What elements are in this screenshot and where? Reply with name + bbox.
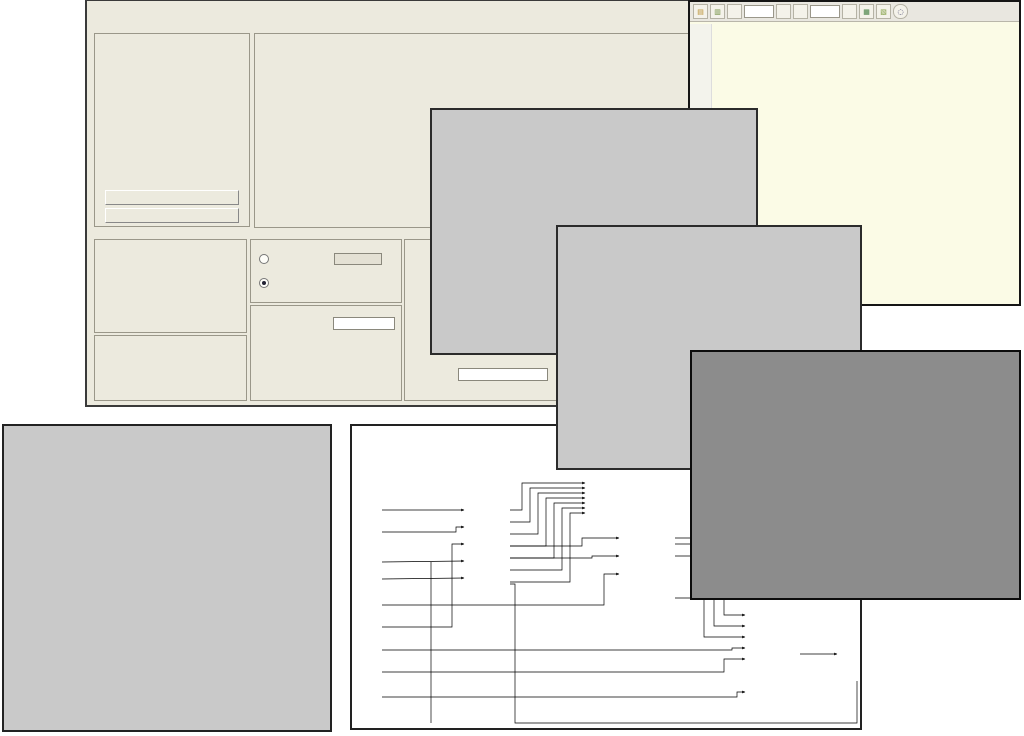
value-multiplier-field[interactable] [810, 5, 840, 18]
value-step-field[interactable] [744, 5, 774, 18]
minimum-order-radio[interactable] [259, 278, 269, 288]
decrease-value-button[interactable] [727, 4, 742, 19]
design-method-panel [94, 335, 247, 401]
impulse-response-plot [4, 426, 330, 730]
cell-titles-icon[interactable]: ▥ [710, 4, 725, 19]
editor-cell-toolbar: ▤ ▥ ▦ ▧ ◌ [690, 2, 1019, 22]
scope-window [690, 350, 1021, 600]
current-filter-info-panel [94, 33, 250, 227]
specify-order-radio[interactable] [259, 254, 269, 264]
increase-value-button[interactable] [776, 4, 791, 19]
find-icon[interactable]: ◌ [893, 4, 908, 19]
divide-value-button[interactable] [793, 4, 808, 19]
options-panel [250, 305, 402, 401]
scope-plots [692, 352, 1019, 598]
publish-icon[interactable]: ▦ [859, 4, 874, 19]
store-filter-button[interactable] [105, 190, 239, 205]
insert-cell-icon[interactable]: ▤ [693, 4, 708, 19]
impulse-response-window [2, 424, 332, 732]
specify-order-field[interactable] [334, 253, 382, 265]
filter-manager-button[interactable] [105, 208, 239, 223]
multiply-value-button[interactable] [842, 4, 857, 19]
publish-html-icon[interactable]: ▧ [876, 4, 891, 19]
response-type-panel [94, 239, 247, 333]
wstop2-field[interactable] [458, 368, 548, 381]
filter-order-panel [250, 239, 402, 303]
desktop: ▤ ▥ ▦ ▧ ◌ [0, 0, 1024, 736]
density-factor-field[interactable] [333, 317, 395, 330]
